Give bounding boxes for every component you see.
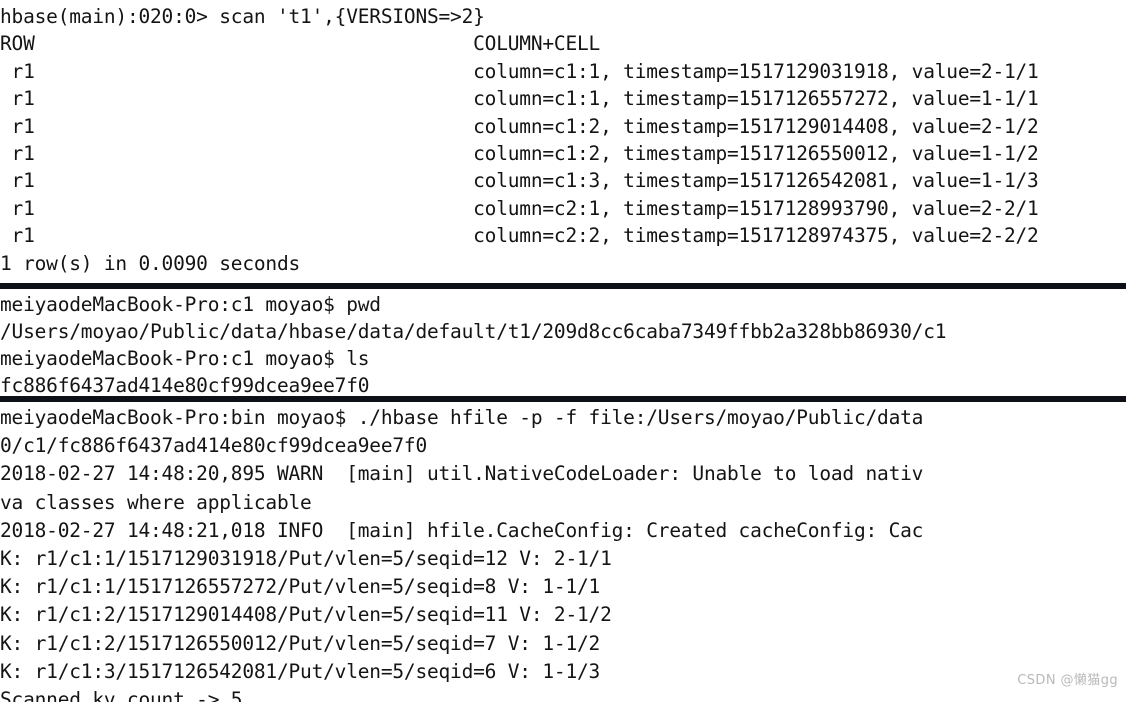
- log-warn-line: 2018-02-27 14:48:20,895 WARN [main] util…: [0, 462, 924, 486]
- hfile-scanned-count-clipped-line: Scanned kv count -> 5: [0, 687, 243, 702]
- bash-prompt-ls-line: meiyaodeMacBook-Pro:c1 moyao$ ls: [0, 347, 370, 370]
- hfile-kv-entry: K: r1/c1:1/1517126557272/Put/vlen=5/seqi…: [0, 575, 601, 599]
- bash-prompt-pwd-line: meiyaodeMacBook-Pro:c1 moyao$ pwd: [0, 293, 381, 316]
- hfile-kv-entry: K: r1/c1:2/1517129014408/Put/vlen=5/seqi…: [0, 603, 612, 627]
- scan-result-row: r1 column=c1:3, timestamp=1517126542081,…: [0, 169, 1039, 193]
- pwd-output-path: /Users/moyao/Public/data/hbase/data/defa…: [0, 320, 947, 343]
- hfile-command-line: meiyaodeMacBook-Pro:bin moyao$ ./hbase h…: [0, 406, 924, 429]
- screenshot-root: hbase(main):020:0> scan 't1',{VERSIONS=>…: [0, 0, 1126, 702]
- scan-table-header: ROW COLUMN+CELL: [0, 32, 601, 56]
- hbase-shell-scan-pane[interactable]: hbase(main):020:0> scan 't1',{VERSIONS=>…: [0, 0, 1126, 283]
- bash-pwd-ls-pane[interactable]: meiyaodeMacBook-Pro:c1 moyao$ pwd /Users…: [0, 283, 1126, 396]
- scan-result-row: r1 column=c2:2, timestamp=1517128974375,…: [0, 224, 1039, 248]
- log-info-line: 2018-02-27 14:48:21,018 INFO [main] hfil…: [0, 518, 924, 542]
- log-warn-wrap-line: va classes where applicable: [0, 490, 312, 514]
- hfile-kv-entry: K: r1/c1:1/1517129031918/Put/vlen=5/seqi…: [0, 546, 612, 570]
- scan-result-row: r1 column=c1:2, timestamp=1517126550012,…: [0, 141, 1039, 165]
- scan-result-row: r1 column=c2:1, timestamp=1517128993790,…: [0, 196, 1039, 220]
- ls-output-filename: fc886f6437ad414e80cf99dcea9ee7f0: [0, 374, 370, 396]
- scan-summary-line: 1 row(s) in 0.0090 seconds: [0, 251, 301, 275]
- scan-result-row: r1 column=c1:1, timestamp=1517129031918,…: [0, 59, 1039, 83]
- hfile-command-wrap-line: 0/c1/fc886f6437ad414e80cf99dcea9ee7f0: [0, 434, 427, 458]
- scan-result-row: r1 column=c1:2, timestamp=1517129014408,…: [0, 114, 1039, 138]
- hfile-kv-entry: K: r1/c1:2/1517126550012/Put/vlen=5/seqi…: [0, 631, 601, 655]
- hbase-prompt-line: hbase(main):020:0> scan 't1',{VERSIONS=>…: [0, 5, 485, 28]
- scan-result-row: r1 column=c1:1, timestamp=1517126557272,…: [0, 87, 1039, 111]
- hfile-dump-pane[interactable]: meiyaodeMacBook-Pro:bin moyao$ ./hbase h…: [0, 396, 1126, 702]
- hfile-kv-entry: K: r1/c1:3/1517126542081/Put/vlen=5/seqi…: [0, 659, 601, 683]
